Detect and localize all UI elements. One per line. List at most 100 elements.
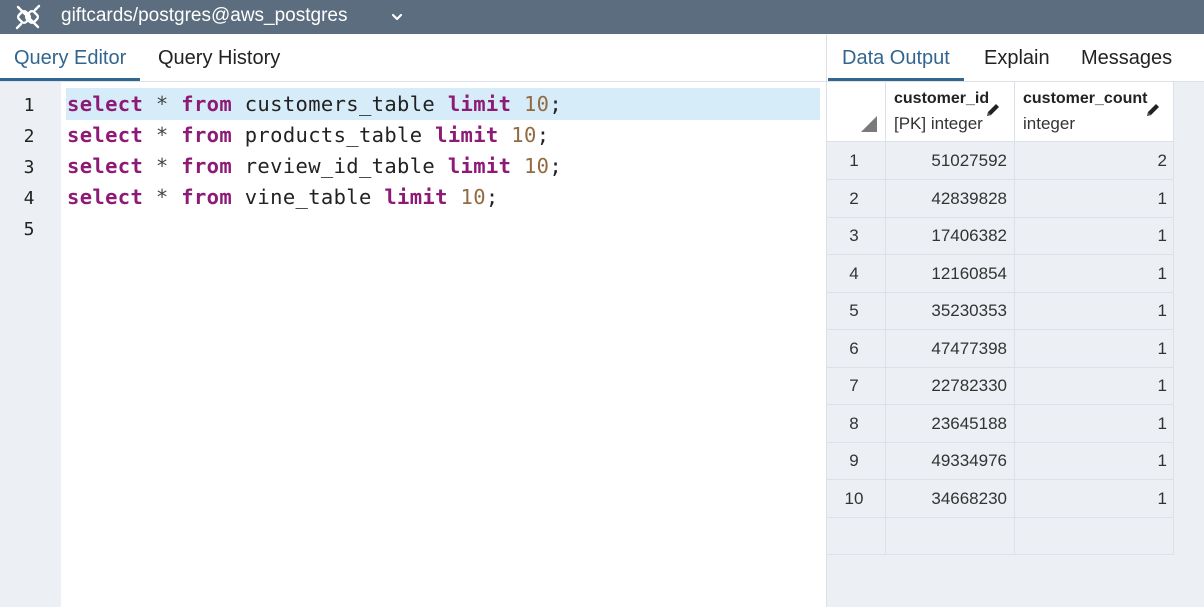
corner-triangle-icon — [861, 116, 877, 132]
row-number[interactable]: 3 — [827, 217, 886, 255]
cell-customer-count[interactable]: 1 — [1015, 442, 1174, 480]
table-row[interactable]: 3 17406382 1 — [827, 217, 1174, 255]
cell-customer-count[interactable]: 1 — [1015, 292, 1174, 330]
sql-token: ; — [536, 123, 550, 147]
sql-number: 10 — [523, 154, 550, 178]
cell-customer-id[interactable]: 12160854 — [886, 254, 1015, 293]
sql-token: * — [155, 185, 169, 209]
sql-keyword: from — [181, 154, 233, 178]
title-bar: giftcards/postgres@aws_postgres — [0, 0, 1204, 34]
row-number[interactable]: 10 — [827, 479, 886, 518]
tab-data-output[interactable]: Data Output — [828, 34, 964, 82]
row-number[interactable]: 4 — [827, 254, 886, 293]
empty-cell — [1015, 517, 1174, 555]
empty-cell — [886, 517, 1015, 555]
table-row[interactable]: 2 42839828 1 — [827, 179, 1174, 218]
code-line[interactable]: select * from customers_table limit 10; — [67, 89, 562, 120]
empty-cell — [827, 517, 886, 555]
query-tabs: Query Editor Query History — [0, 34, 826, 82]
sql-token: products_table — [232, 123, 436, 147]
row-number[interactable]: 9 — [827, 442, 886, 480]
empty-row — [827, 517, 1174, 555]
row-number[interactable]: 1 — [827, 142, 886, 180]
pencil-icon[interactable] — [985, 102, 1001, 118]
sql-token: vine_table — [232, 185, 385, 209]
cell-customer-count[interactable]: 1 — [1015, 217, 1174, 255]
row-number[interactable]: 5 — [827, 292, 886, 330]
sql-keyword: limit — [447, 92, 512, 116]
tab-messages[interactable]: Messages — [1067, 34, 1186, 82]
cell-customer-count[interactable]: 2 — [1015, 142, 1174, 180]
output-tabs: Data Output Explain Messages — [827, 34, 1204, 82]
pencil-icon[interactable] — [1145, 102, 1161, 118]
tab-query-editor[interactable]: Query Editor — [0, 34, 141, 82]
table-row[interactable]: 4 12160854 1 — [827, 254, 1174, 293]
line-number: 5 — [23, 219, 35, 240]
cell-customer-count[interactable]: 1 — [1015, 329, 1174, 368]
sql-editor[interactable]: select * from customers_table limit 10; … — [61, 82, 826, 607]
sql-keyword: limit — [447, 154, 512, 178]
sql-keyword: from — [181, 123, 233, 147]
code-line[interactable]: select * from products_table limit 10; — [67, 120, 549, 151]
table-row[interactable]: 8 23645188 1 — [827, 404, 1174, 443]
table-row[interactable]: 1 51027592 2 — [827, 142, 1174, 180]
cell-customer-id[interactable]: 47477398 — [886, 329, 1015, 368]
tab-query-history[interactable]: Query History — [144, 34, 294, 82]
cell-customer-count[interactable]: 1 — [1015, 179, 1174, 218]
cell-customer-count[interactable]: 1 — [1015, 404, 1174, 443]
output-panel: Data Output Explain Messages customer_id… — [826, 34, 1204, 607]
table-row[interactable]: 6 47477398 1 — [827, 329, 1174, 368]
sql-token: ; — [485, 185, 499, 209]
table-row[interactable]: 5 35230353 1 — [827, 292, 1174, 330]
cell-customer-id[interactable]: 23645188 — [886, 404, 1015, 443]
cell-customer-id[interactable]: 49334976 — [886, 442, 1015, 480]
sql-keyword: select — [67, 92, 144, 116]
code-line[interactable]: select * from review_id_table limit 10; — [67, 151, 562, 182]
cell-customer-id[interactable]: 51027592 — [886, 142, 1015, 180]
table-row[interactable]: 10 34668230 1 — [827, 479, 1174, 518]
line-number: 1 — [23, 95, 35, 116]
cell-customer-count[interactable]: 1 — [1015, 254, 1174, 293]
sql-keyword: select — [67, 154, 144, 178]
sql-token: ; — [549, 154, 563, 178]
connection-title[interactable]: giftcards/postgres@aws_postgres — [61, 5, 347, 27]
row-number[interactable]: 2 — [827, 179, 886, 218]
row-number[interactable]: 7 — [827, 367, 886, 405]
cell-customer-id[interactable]: 42839828 — [886, 179, 1015, 218]
column-type: integer — [1023, 114, 1075, 133]
table-row[interactable]: 7 22782330 1 — [827, 367, 1174, 405]
sql-token: * — [155, 92, 169, 116]
query-panel: Query Editor Query History 1 2 3 4 5 sel… — [0, 34, 826, 607]
cell-customer-count[interactable]: 1 — [1015, 479, 1174, 518]
sql-keyword: from — [181, 185, 233, 209]
select-all-corner[interactable] — [827, 82, 886, 142]
cell-customer-id[interactable]: 17406382 — [886, 217, 1015, 255]
column-type: [PK] integer — [894, 114, 983, 133]
cell-customer-id[interactable]: 22782330 — [886, 367, 1015, 405]
line-number: 4 — [23, 188, 35, 209]
sql-keyword: limit — [435, 123, 499, 147]
column-header-customer-count[interactable]: customer_count integer — [1015, 82, 1174, 142]
row-number[interactable]: 8 — [827, 404, 886, 443]
tab-explain[interactable]: Explain — [970, 34, 1064, 82]
line-number-gutter: 1 2 3 4 5 — [0, 82, 61, 607]
column-header-customer-id[interactable]: customer_id [PK] integer — [886, 82, 1015, 142]
code-line[interactable]: select * from vine_table limit 10; — [67, 182, 499, 213]
chevron-down-icon[interactable] — [390, 10, 404, 24]
sql-token: * — [155, 154, 169, 178]
table-row[interactable]: 9 49334976 1 — [827, 442, 1174, 480]
row-number[interactable]: 6 — [827, 329, 886, 368]
cell-customer-count[interactable]: 1 — [1015, 367, 1174, 405]
connection-icon[interactable] — [13, 3, 43, 31]
column-name: customer_count — [1023, 90, 1148, 107]
cell-customer-id[interactable]: 34668230 — [886, 479, 1015, 518]
cell-customer-id[interactable]: 35230353 — [886, 292, 1015, 330]
